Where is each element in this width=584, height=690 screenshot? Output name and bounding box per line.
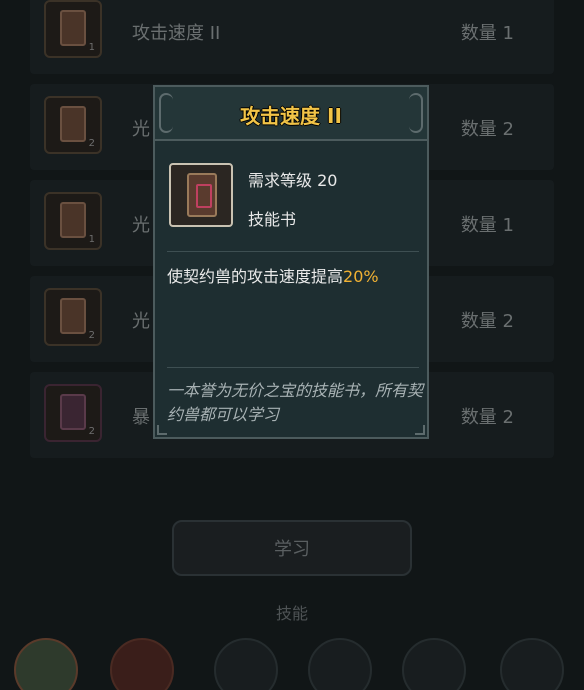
- slot-count: 1: [88, 42, 95, 53]
- slot-count: 2: [88, 330, 95, 341]
- skill-book-quantity: 数量 1: [460, 215, 514, 236]
- skill-book-name: 光: [132, 119, 150, 140]
- skill-book-name: 光: [132, 311, 150, 332]
- effect-value: 20%: [343, 267, 379, 286]
- effect-description: 使契约兽的攻击速度提高20%: [167, 263, 379, 287]
- slot-count: 2: [88, 426, 95, 437]
- divider: [167, 251, 419, 252]
- skill-book-slot: 2: [44, 384, 102, 442]
- skills-tab-label[interactable]: 技能: [0, 600, 584, 624]
- skill-book-name: 暴: [132, 407, 150, 428]
- skill-book-quantity: 数量 1: [460, 23, 514, 44]
- fire-skill-icon[interactable]: [110, 638, 174, 690]
- flavor-text: 一本誉为无价之宝的技能书，所有契约兽都可以学习: [167, 381, 424, 424]
- pet-avatar-icon[interactable]: [14, 638, 78, 690]
- item-detail-popup: 攻击速度 II 需求等级 20 技能书 使契约兽的攻击速度提高20% 一本誉为无…: [153, 85, 429, 439]
- skill-book-slot: 2: [44, 96, 102, 154]
- skill-book-icon: [60, 298, 86, 334]
- locked-skill-icon[interactable]: [308, 638, 372, 690]
- item-type: 技能书: [248, 210, 297, 229]
- slot-count: 2: [88, 138, 95, 149]
- divider: [167, 367, 419, 368]
- lock-icon[interactable]: [402, 638, 466, 690]
- skill-book-quantity: 数量 2: [460, 119, 514, 140]
- skill-book-icon: [60, 106, 86, 142]
- skill-book-name: 光: [132, 215, 150, 236]
- item-icon-frame: [169, 163, 233, 227]
- skill-book-quantity: 数量 2: [460, 311, 514, 332]
- slot-count: 1: [88, 234, 95, 245]
- skill-book-icon: [60, 202, 86, 238]
- corner-ornament: [157, 425, 167, 435]
- skill-book-slot: 1: [44, 0, 102, 58]
- corner-ornament: [415, 425, 425, 435]
- skill-book-icon: [60, 10, 86, 46]
- skill-book-name: 攻击速度 II: [132, 23, 221, 44]
- popup-header: 攻击速度 II: [155, 87, 427, 141]
- locked-skill-icon[interactable]: [214, 638, 278, 690]
- effect-text: 使契约兽的攻击速度提高: [167, 267, 344, 286]
- lock-icon[interactable]: [500, 638, 564, 690]
- popup-title: 攻击速度 II: [240, 103, 342, 128]
- skill-book-slot: 1: [44, 192, 102, 250]
- skill-book-quantity: 数量 2: [460, 407, 514, 428]
- skill-book-icon: [187, 173, 217, 217]
- required-level: 需求等级 20: [248, 171, 338, 190]
- skill-book-slot: 2: [44, 288, 102, 346]
- skill-book-icon: [60, 394, 86, 430]
- skill-book-row[interactable]: 1 攻击速度 II 数量 1: [30, 0, 554, 74]
- learn-button[interactable]: 学习: [172, 520, 412, 576]
